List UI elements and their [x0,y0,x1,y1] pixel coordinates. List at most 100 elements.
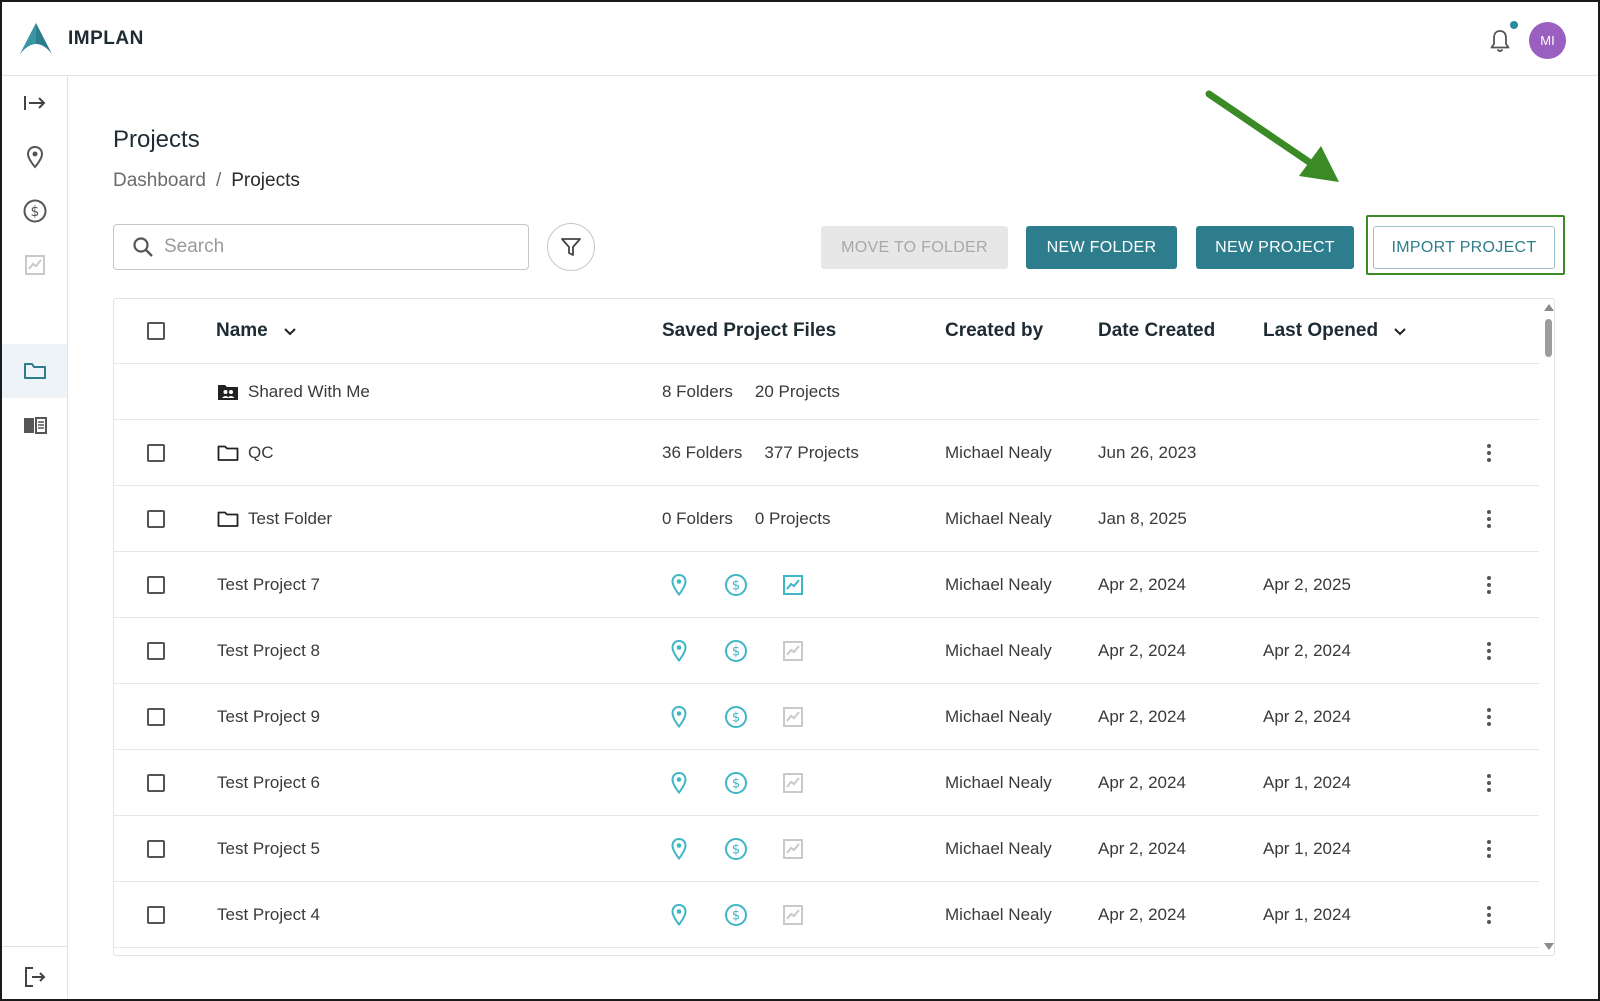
table-row[interactable]: Test Project 9 $ Michael Nealy Apr 2, 20… [114,684,1539,750]
sidebar-item-help[interactable] [2,398,67,452]
sidebar-expand[interactable] [2,76,67,130]
row-menu-button[interactable] [1486,420,1492,485]
row-checkbox[interactable] [147,575,165,594]
impact-file-icon[interactable]: $ [724,639,748,663]
shared-with-me-row[interactable]: Shared With Me 8 Folders 20 Projects [114,364,1539,420]
table-scrollbar[interactable] [1541,299,1554,955]
last-opened: Apr 2, 2024 [1263,706,1351,726]
row-menu-button[interactable] [1486,750,1492,815]
shared-folders-count: 8 Folders [662,381,733,401]
select-all-checkbox[interactable] [147,322,165,340]
sidebar-item-results[interactable] [2,238,67,292]
search-icon [133,237,153,257]
table-row[interactable]: Test Folder 0 Folders 0 Projects Michael… [114,486,1539,552]
saved-files-icons: $ [667,618,838,683]
new-folder-button[interactable]: NEW FOLDER [1026,226,1177,269]
sidebar-item-projects[interactable] [2,344,67,398]
row-checkbox[interactable] [147,839,165,858]
user-avatar[interactable]: MI [1529,22,1566,59]
header-name[interactable]: Name [216,299,298,363]
last-opened: Apr 1, 2024 [1263,772,1351,792]
impact-file-icon[interactable]: $ [724,771,748,795]
svg-text:$: $ [732,842,740,857]
sidebar: $ [2,76,68,999]
svg-text:$: $ [30,204,39,220]
header-last-opened[interactable]: Last Opened [1263,299,1408,363]
impact-file-icon[interactable]: $ [724,837,748,861]
table-row[interactable]: Test Project 7 $ Michael Nealy Apr 2, 20… [114,552,1539,618]
table-row[interactable]: Test Project 8 $ Michael Nealy Apr 2, 20… [114,618,1539,684]
table-row[interactable]: Test Project 4 $ Michael Nealy Apr 2, 20… [114,882,1539,948]
impact-file-icon[interactable]: $ [724,903,748,927]
created-by: Michael Nealy [945,904,1052,924]
date-created: Jun 26, 2023 [1098,442,1197,462]
row-checkbox[interactable] [147,509,165,528]
project-name[interactable]: Test Project 7 [217,552,320,617]
svg-text:$: $ [732,776,740,791]
project-name[interactable]: Test Project 4 [217,882,320,947]
region-file-icon[interactable] [667,705,691,729]
table-row[interactable]: Test Project 6 $ Michael Nealy Apr 2, 20… [114,750,1539,816]
logout-button[interactable] [2,950,67,999]
filter-button[interactable] [547,223,595,271]
row-checkbox[interactable] [147,905,165,924]
chevron-down-icon [1394,328,1406,336]
project-name[interactable]: Test Project 9 [217,684,320,749]
chart-icon [24,255,45,275]
impact-file-icon[interactable]: $ [724,705,748,729]
search-input[interactable] [164,236,504,258]
table-row[interactable]: Test Project 5 $ Michael Nealy Apr 2, 20… [114,816,1539,882]
new-project-button[interactable]: NEW PROJECT [1196,226,1354,269]
scroll-up-icon[interactable] [1544,304,1554,311]
projects-count: 377 Projects [764,442,859,462]
svg-text:$: $ [732,710,740,725]
row-checkbox[interactable] [147,707,165,726]
impact-file-icon[interactable]: $ [724,573,748,597]
report-file-icon[interactable] [781,573,805,597]
implan-logo-icon[interactable] [16,20,56,60]
row-menu-button[interactable] [1486,618,1492,683]
last-opened: Apr 1, 2024 [1263,904,1351,924]
project-name[interactable]: Test Project 8 [217,618,320,683]
folder-icon [217,445,239,461]
sidebar-item-impacts[interactable]: $ [2,184,67,238]
report-file-icon[interactable] [781,837,805,861]
region-file-icon[interactable] [667,573,691,597]
header-date-created: Date Created [1098,320,1216,341]
scroll-down-icon[interactable] [1544,943,1554,950]
table-row[interactable]: QC 36 Folders 377 Projects Michael Nealy… [114,420,1539,486]
sidebar-item-regions[interactable] [2,130,67,184]
more-vertical-icon [1486,641,1492,660]
report-file-icon[interactable] [781,639,805,663]
report-file-icon[interactable] [781,705,805,729]
row-checkbox[interactable] [147,773,165,792]
row-menu-button[interactable] [1486,552,1492,617]
date-created: Apr 2, 2024 [1098,772,1186,792]
report-file-icon[interactable] [781,903,805,927]
project-name[interactable]: Test Project 6 [217,750,320,815]
breadcrumb: Dashboard / Projects [113,170,300,192]
row-menu-button[interactable] [1486,486,1492,551]
bell-icon[interactable] [1488,28,1512,54]
header-files: Saved Project Files [662,320,837,341]
project-name[interactable]: Test Project 5 [217,816,320,881]
row-menu-button[interactable] [1486,684,1492,749]
scroll-thumb[interactable] [1545,319,1552,357]
row-checkbox[interactable] [147,443,165,462]
breadcrumb-dashboard[interactable]: Dashboard [113,170,206,192]
report-file-icon[interactable] [781,771,805,795]
last-opened: Apr 2, 2025 [1263,574,1351,594]
region-file-icon[interactable] [667,639,691,663]
row-checkbox[interactable] [147,641,165,660]
search-box [113,224,529,270]
more-vertical-icon [1486,839,1492,858]
created-by: Michael Nealy [945,508,1052,528]
import-highlight-box [1366,215,1565,275]
move-to-folder-button[interactable]: MOVE TO FOLDER [821,226,1008,269]
region-file-icon[interactable] [667,903,691,927]
region-file-icon[interactable] [667,837,691,861]
row-menu-button[interactable] [1486,816,1492,881]
more-vertical-icon [1486,773,1492,792]
row-menu-button[interactable] [1486,882,1492,947]
region-file-icon[interactable] [667,771,691,795]
